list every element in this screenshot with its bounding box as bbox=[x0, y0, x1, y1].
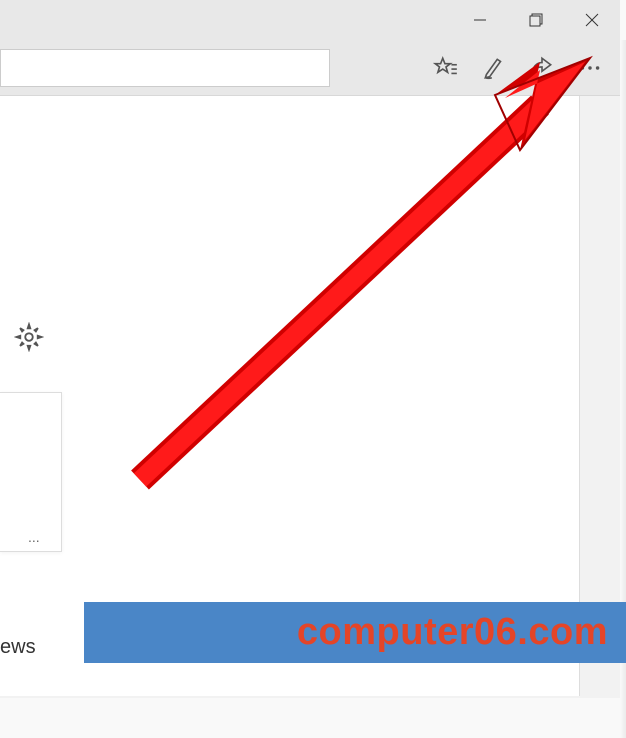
more-icon bbox=[577, 55, 603, 81]
browser-toolbar bbox=[0, 40, 620, 96]
settings-button[interactable] bbox=[14, 322, 44, 352]
content-card[interactable]: ... bbox=[0, 392, 62, 552]
more-button[interactable] bbox=[566, 44, 614, 92]
title-bar bbox=[0, 0, 620, 40]
address-bar[interactable] bbox=[0, 49, 330, 87]
browser-window: ... ews bbox=[0, 0, 620, 698]
partial-heading: ews bbox=[0, 636, 36, 659]
pen-icon bbox=[481, 55, 507, 81]
watermark-bar: computer06.com bbox=[84, 602, 626, 663]
share-icon bbox=[529, 55, 555, 81]
share-button[interactable] bbox=[518, 44, 566, 92]
minimize-button[interactable] bbox=[452, 0, 508, 40]
close-button[interactable] bbox=[564, 0, 620, 40]
card-ellipsis: ... bbox=[28, 529, 40, 545]
close-icon bbox=[585, 13, 599, 27]
star-lines-icon bbox=[433, 55, 459, 81]
watermark-text: computer06.com bbox=[297, 611, 608, 654]
notes-button[interactable] bbox=[470, 44, 518, 92]
gear-icon bbox=[14, 322, 44, 352]
minimize-icon bbox=[473, 13, 487, 27]
toolbar-actions bbox=[422, 44, 620, 92]
maximize-button[interactable] bbox=[508, 0, 564, 40]
favorites-button[interactable] bbox=[422, 44, 470, 92]
maximize-icon bbox=[529, 13, 543, 27]
